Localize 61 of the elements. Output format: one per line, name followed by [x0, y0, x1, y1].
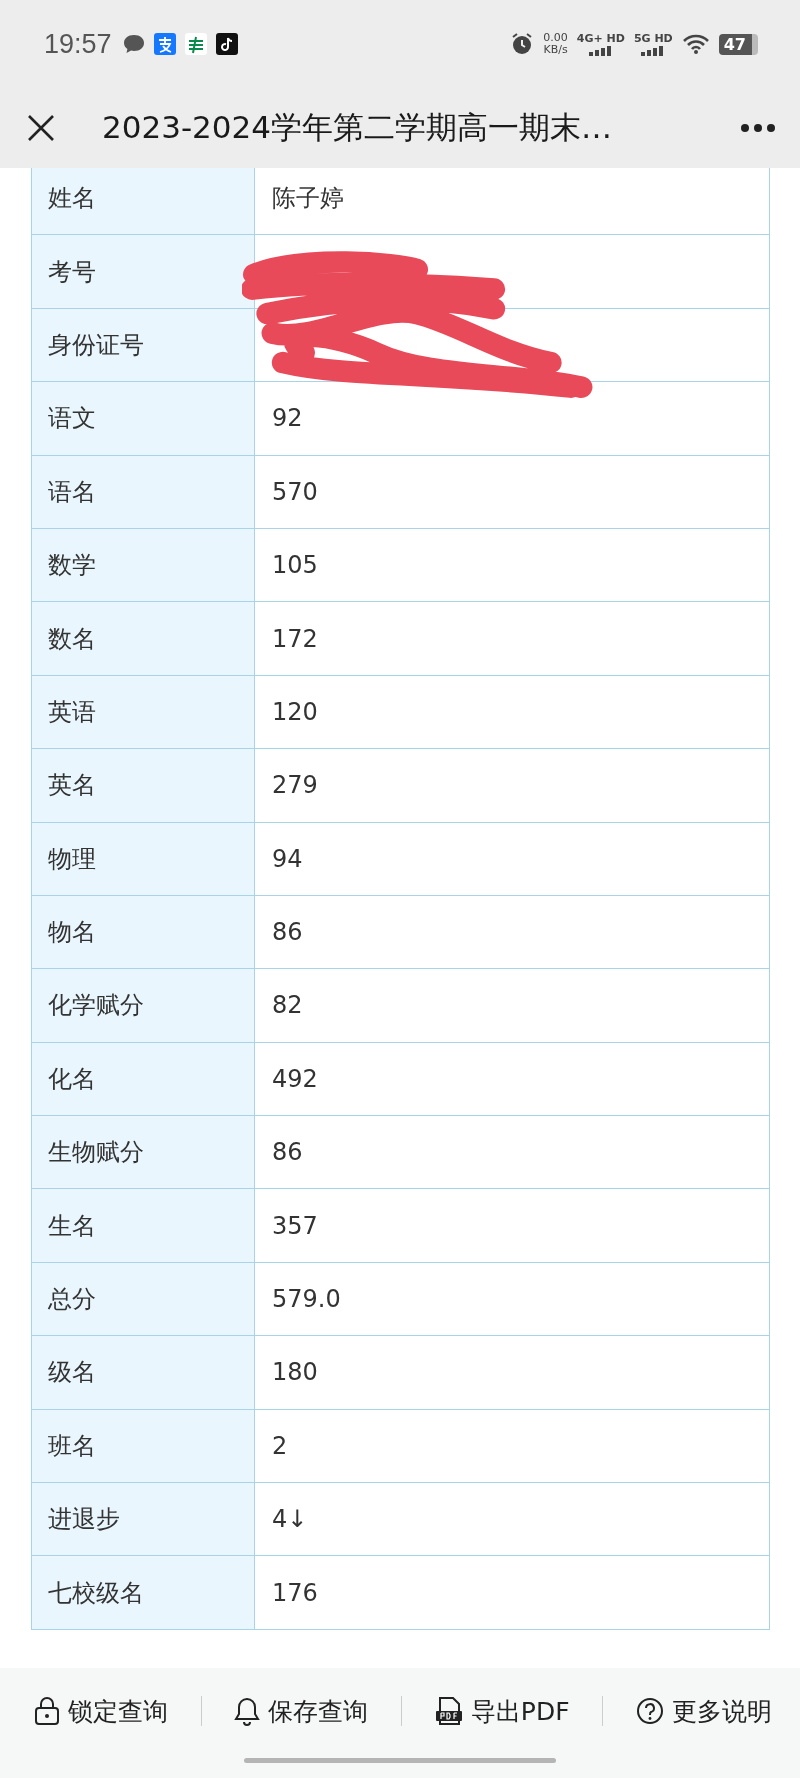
- table-cell-text: 105: [271, 550, 319, 582]
- network-speed: 0.00: [543, 32, 568, 44]
- table-cell: 班名: [32, 1409, 255, 1483]
- table-cell-text: 492: [271, 1063, 319, 1095]
- signal-icon: [587, 46, 614, 56]
- toolbar-button[interactable]: 锁定查询: [30, 1690, 172, 1732]
- table-cell: 生名: [32, 1189, 255, 1262]
- table-cell: 生物赋分: [32, 1116, 255, 1189]
- chat-bubble-icon: [122, 34, 145, 54]
- help-icon: [635, 1697, 664, 1725]
- speed-unit: KB/s: [543, 44, 568, 56]
- table-cell-text: 357: [271, 1210, 319, 1242]
- table-cell: 进退步: [32, 1483, 255, 1556]
- table-cell: 级名: [32, 1336, 255, 1409]
- table-cell: 姓名: [32, 168, 255, 235]
- table-cell: 数名: [32, 602, 255, 675]
- toolbar-button[interactable]: 导出PDF: [430, 1690, 574, 1732]
- table-cell: 语文: [32, 382, 255, 455]
- table-cell-text: 279: [271, 770, 319, 802]
- table-cell-text: 180: [271, 1357, 319, 1389]
- table-cell-text: 579.0: [271, 1284, 342, 1316]
- table-cell-text: 172: [271, 623, 319, 655]
- table-cell-text: 176: [271, 1577, 319, 1609]
- table-cell: 语名: [32, 455, 255, 528]
- table-cell-text: 陈子婷: [271, 183, 345, 215]
- page-title: 2023-2024学年第二学期高一期末…: [101, 108, 613, 147]
- battery-level: 47: [718, 33, 758, 55]
- network-type: 5G HD: [633, 32, 673, 45]
- lock-icon: [34, 1696, 60, 1726]
- table-cell: 化学赋分: [32, 969, 255, 1042]
- table-cell-text: 120: [271, 696, 319, 728]
- table-cell: 化名: [32, 1042, 255, 1116]
- toolbar-button[interactable]: 更多说明: [631, 1690, 776, 1732]
- close-icon: [26, 113, 56, 143]
- table-cell-text: 2: [271, 1430, 289, 1462]
- status-time: 19:57: [44, 28, 112, 60]
- table-cell: 七校级名: [32, 1556, 255, 1629]
- table-cell: 数学: [32, 528, 255, 602]
- table-cell-text: 86: [271, 917, 304, 949]
- app-icon: [153, 33, 176, 55]
- table-cell-text: 4↓: [271, 1504, 309, 1536]
- table-cell-text: 570: [271, 476, 319, 508]
- table-cell: 物理: [32, 822, 255, 895]
- table-cell: 英名: [32, 749, 255, 822]
- table-cell-text: 92: [271, 403, 304, 435]
- table-cell: 物名: [32, 895, 255, 969]
- bell-icon: [234, 1696, 261, 1726]
- app-icon: [184, 33, 207, 55]
- more-icon: [740, 123, 776, 133]
- table-cell: 英语: [32, 675, 255, 749]
- pdf-file-icon: [434, 1696, 463, 1726]
- music-note-icon: [215, 33, 238, 55]
- table-cell: 考号: [32, 235, 255, 308]
- table-cell-text: 82: [271, 990, 304, 1022]
- table-cell-text: 94: [271, 843, 304, 875]
- toolbar-button[interactable]: 保存查询: [230, 1690, 373, 1732]
- wifi-icon: [681, 33, 710, 55]
- table-cell: 身份证号: [32, 308, 255, 382]
- table-cell: 总分: [32, 1262, 255, 1336]
- network-type: 4G+ HD: [576, 32, 625, 45]
- table-cell-text: 86: [271, 1137, 304, 1169]
